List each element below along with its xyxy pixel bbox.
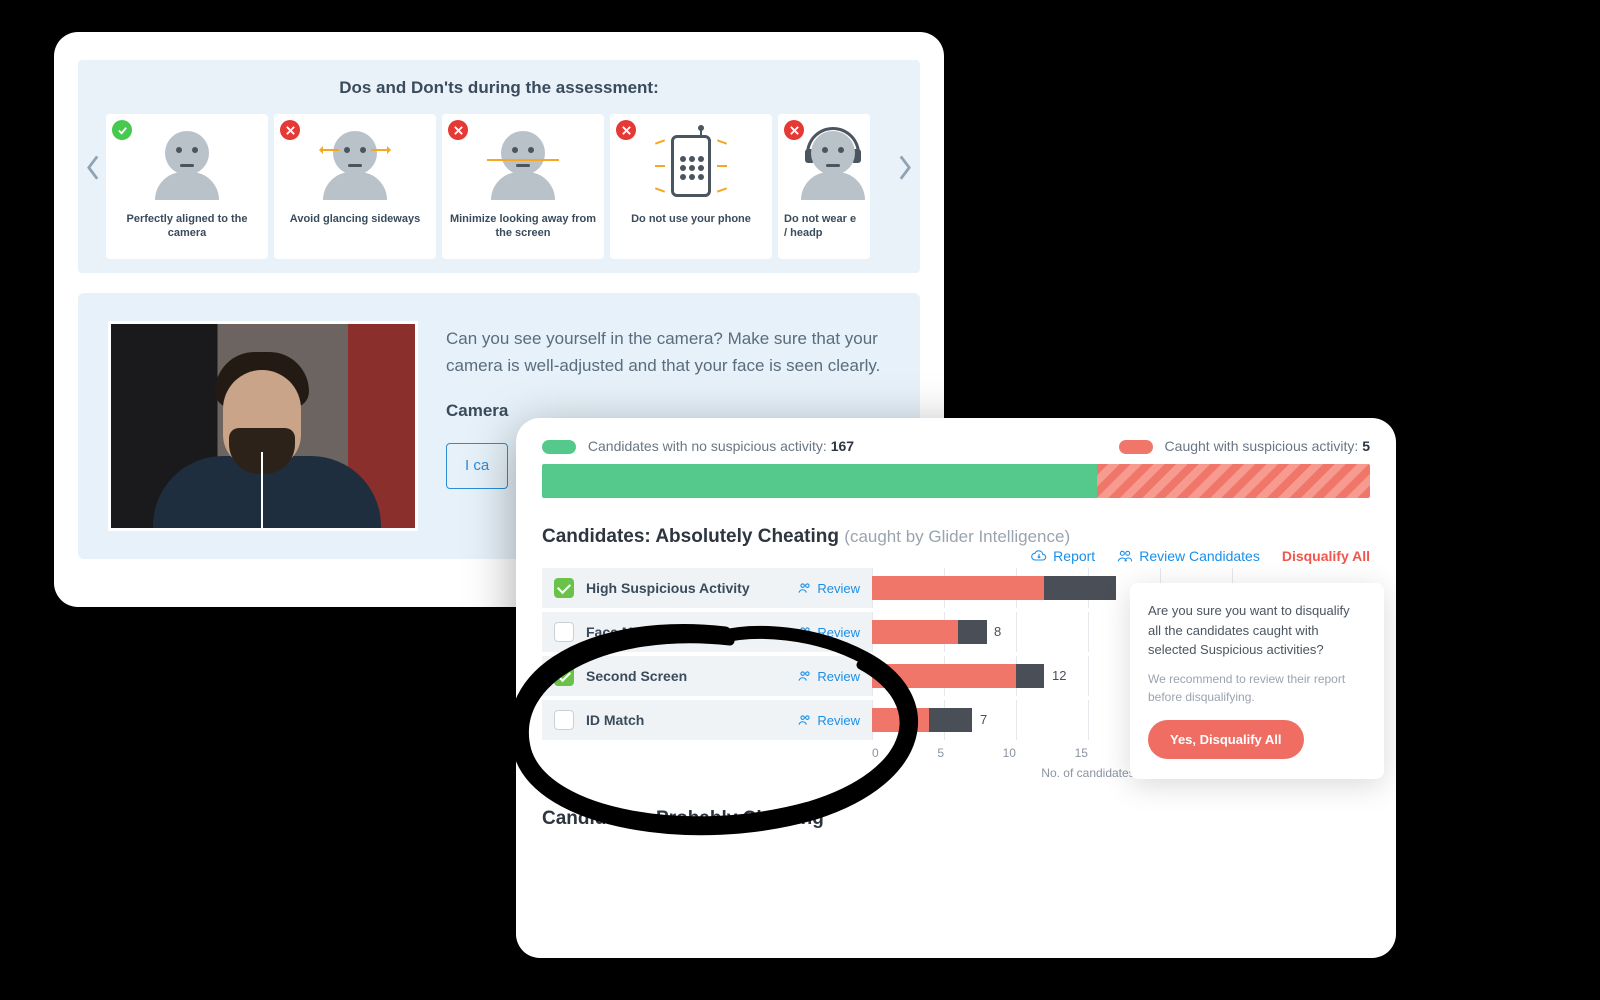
section-actions: Report Review Candidates Disqualify All <box>1031 548 1370 564</box>
legend-row: Candidates with no suspicious activity: … <box>542 438 1370 454</box>
legend-caught: Caught with suspicious activity: 5 <box>1119 438 1370 454</box>
checkbox[interactable] <box>554 666 574 686</box>
legend-no-suspicious: Candidates with no suspicious activity: … <box>542 438 854 454</box>
review-candidates-link[interactable]: Review Candidates <box>1117 548 1260 564</box>
section-title-absolutely-cheating: Candidates: Absolutely Cheating (caught … <box>542 526 1370 548</box>
checkbox[interactable] <box>554 710 574 730</box>
review-link[interactable]: Review <box>798 713 860 728</box>
cross-icon <box>280 120 300 140</box>
chart-row-label[interactable]: Face Match Review <box>542 612 872 652</box>
people-icon <box>1117 549 1133 563</box>
guideline-card-headphones: Do not wear e/ headp <box>778 114 870 259</box>
checkbox[interactable] <box>554 622 574 642</box>
disqualify-all-link[interactable]: Disqualify All <box>1282 548 1370 564</box>
review-link[interactable]: Review <box>798 669 860 684</box>
checkbox[interactable] <box>554 578 574 598</box>
people-icon <box>798 714 812 726</box>
legend-pill-red-icon <box>1119 440 1153 454</box>
guideline-card-aligned: Perfectly aligned to the camera <box>106 114 268 259</box>
guideline-caption: Do not use your phone <box>616 212 766 226</box>
person-glancing-icon <box>315 131 395 201</box>
guideline-card-looking-away: Minimize looking away from the screen <box>442 114 604 259</box>
check-icon <box>112 120 132 140</box>
cloud-download-icon <box>1031 548 1047 564</box>
dos-and-donts-panel: Dos and Don'ts during the assessment: Pe… <box>78 60 920 273</box>
guideline-caption: Do not wear e/ headp <box>784 212 864 241</box>
proctoring-report-card: Candidates with no suspicious activity: … <box>516 418 1396 958</box>
people-icon <box>798 626 812 638</box>
people-icon <box>798 670 812 682</box>
people-icon <box>798 582 812 594</box>
cross-icon <box>616 120 636 140</box>
report-link[interactable]: Report <box>1031 548 1095 564</box>
phone-icon <box>671 135 711 197</box>
person-looking-away-icon <box>483 131 563 201</box>
review-link[interactable]: Review <box>798 581 860 596</box>
legend-pill-green-icon <box>542 440 576 454</box>
guideline-caption: Avoid glancing sideways <box>280 212 430 226</box>
chart-row-label[interactable]: ID Match Review <box>542 700 872 740</box>
guideline-card-phone: Do not use your phone <box>610 114 772 259</box>
overall-activity-bar <box>542 464 1370 498</box>
camera-confirm-button[interactable]: I ca <box>446 443 508 489</box>
carousel-next-button[interactable] <box>898 155 912 179</box>
guideline-card-glancing: Avoid glancing sideways <box>274 114 436 259</box>
chart-row-label[interactable]: Second Screen Review <box>542 656 872 696</box>
person-headphones-icon <box>801 131 865 201</box>
disqualify-confirm-popover: Are you sure you want to disqualify all … <box>1130 583 1384 779</box>
cross-icon <box>448 120 468 140</box>
guideline-caption: Minimize looking away from the screen <box>448 212 598 241</box>
confirm-disqualify-button[interactable]: Yes, Disqualify All <box>1148 720 1304 760</box>
review-link[interactable]: Review <box>798 625 860 640</box>
carousel-prev-button[interactable] <box>86 155 100 179</box>
camera-preview <box>108 321 418 531</box>
guideline-caption: Perfectly aligned to the camera <box>112 212 262 241</box>
section-title-probably-cheating: Candidates: Probably Cheating <box>542 808 1370 830</box>
chart-row-label[interactable]: High Suspicious Activity Review <box>542 568 872 608</box>
person-avatar-icon <box>147 131 227 201</box>
dos-donts-row: Perfectly aligned to the camera Avoid gl… <box>78 114 920 259</box>
popover-question: Are you sure you want to disqualify all … <box>1148 601 1366 660</box>
dos-donts-title: Dos and Don'ts during the assessment: <box>78 78 920 98</box>
popover-recommendation: We recommend to review their report befo… <box>1148 670 1366 706</box>
